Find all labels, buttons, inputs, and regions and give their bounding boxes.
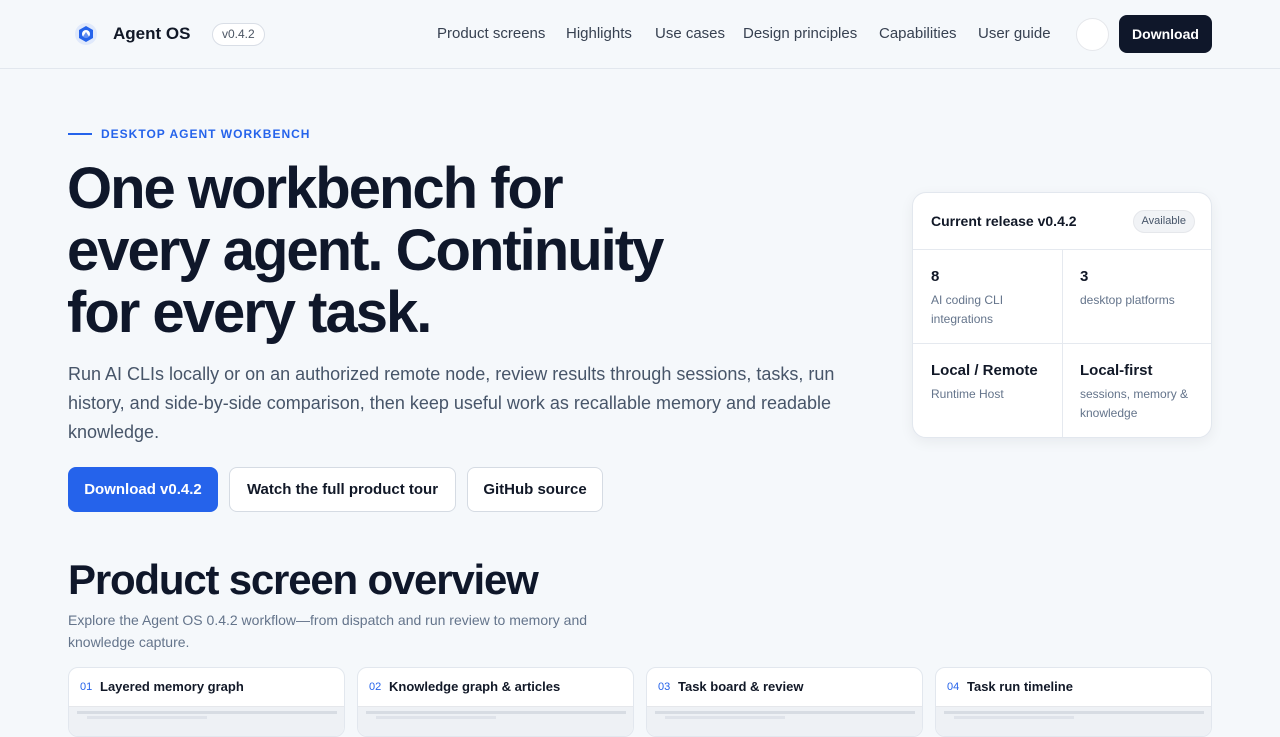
hero-eyebrow: DESKTOP AGENT WORKBENCH	[101, 127, 311, 141]
tile-screenshot-preview	[69, 706, 344, 736]
hero-title: One workbench for every agent. Continuit…	[67, 158, 787, 344]
screen-tile-knowledge-graph[interactable]: 02 Knowledge graph & articles	[357, 667, 634, 737]
product-tour-button[interactable]: Watch the full product tour	[229, 467, 456, 512]
hero-title-line-2: every agent. Continuity	[67, 218, 664, 283]
stat-local-first: Local-first sessions, memory & knowledge	[1062, 344, 1211, 437]
tile-number: 02	[369, 681, 382, 693]
release-card: Current release v0.4.2 Available 8 AI co…	[912, 192, 1212, 438]
download-release-button[interactable]: Download v0.4.2	[68, 467, 218, 512]
tile-screenshot-preview	[647, 706, 922, 736]
nav-design-principles[interactable]: Design principles	[743, 25, 857, 42]
stat-value: 3	[1080, 268, 1089, 285]
nav-highlights[interactable]: Highlights	[566, 25, 632, 42]
tile-screenshot-preview	[358, 706, 633, 736]
screen-tile-task-run-timeline[interactable]: 04 Task run timeline	[935, 667, 1212, 737]
overview-description: Explore the Agent OS 0.4.2 workflow—from…	[68, 612, 588, 650]
tile-number: 04	[947, 681, 960, 693]
brand-name[interactable]: Agent OS	[113, 24, 190, 44]
nav-user-guide[interactable]: User guide	[978, 25, 1051, 42]
stat-value: Local / Remote	[931, 362, 1038, 379]
stat-cli-integrations: 8 AI coding CLI integrations	[913, 250, 1063, 344]
site-header: Agent OS v0.4.2 Product screens Highligh…	[0, 0, 1280, 69]
stat-runtime-host: Local / Remote Runtime Host	[913, 344, 1063, 437]
header-download-button[interactable]: Download	[1119, 15, 1212, 53]
eyebrow-rule	[68, 133, 92, 135]
stat-desktop-platforms: 3 desktop platforms	[1062, 250, 1211, 344]
release-card-header: Current release v0.4.2 Available	[913, 193, 1211, 250]
stat-label: desktop platforms	[1080, 293, 1175, 307]
stat-label: Runtime Host	[931, 387, 1004, 401]
stat-value: 8	[931, 268, 940, 285]
tile-label: Task board & review	[678, 679, 804, 694]
tile-number: 01	[80, 681, 93, 693]
screen-tile-memory-graph[interactable]: 01 Layered memory graph	[68, 667, 345, 737]
agent-os-logo-icon[interactable]	[74, 22, 98, 46]
tile-label: Task run timeline	[967, 679, 1073, 694]
tile-number: 03	[658, 681, 671, 693]
release-card-title: Current release v0.4.2	[931, 213, 1077, 229]
nav-product-screens[interactable]: Product screens	[437, 25, 545, 42]
version-badge: v0.4.2	[212, 23, 265, 46]
stat-label: AI coding CLI integrations	[931, 293, 1004, 326]
overview-title: Product screen overview	[68, 556, 539, 603]
tile-label: Layered memory graph	[100, 679, 244, 694]
nav-capabilities[interactable]: Capabilities	[879, 25, 957, 42]
tile-screenshot-preview	[936, 706, 1211, 736]
tile-label: Knowledge graph & articles	[389, 679, 561, 694]
github-source-button[interactable]: GitHub source	[467, 467, 603, 512]
status-badge: Available	[1132, 210, 1195, 233]
nav-use-cases[interactable]: Use cases	[655, 25, 725, 42]
stat-label: sessions, memory & knowledge	[1080, 387, 1189, 420]
hero-title-line-1: One workbench for	[67, 156, 564, 221]
screen-tile-task-board[interactable]: 03 Task board & review	[646, 667, 923, 737]
theme-toggle-button[interactable]	[1076, 18, 1109, 51]
hero-title-line-3: for every task.	[67, 280, 432, 345]
hero-description: Run AI CLIs locally or on an authorized …	[68, 364, 835, 442]
stat-value: Local-first	[1080, 362, 1153, 379]
